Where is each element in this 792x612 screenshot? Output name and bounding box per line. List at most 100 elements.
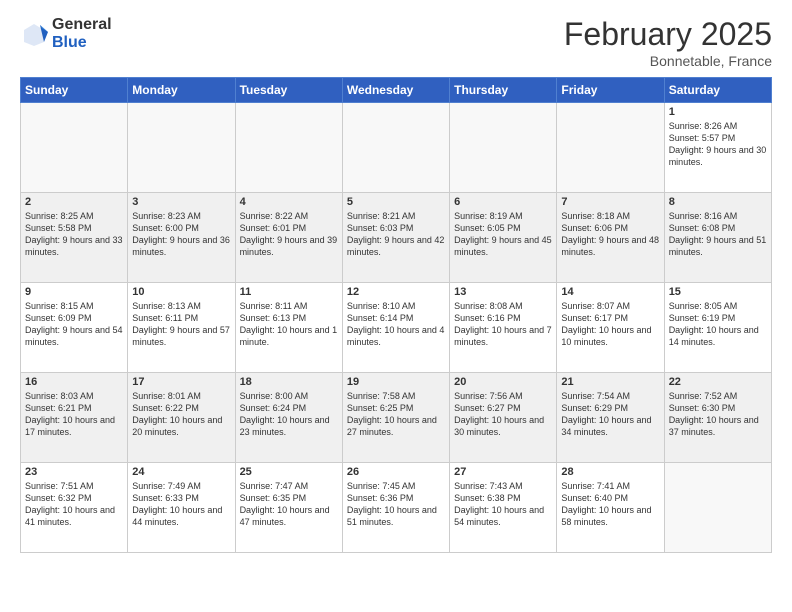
table-row: 7Sunrise: 8:18 AMSunset: 6:06 PMDaylight… — [557, 193, 664, 283]
calendar: Sunday Monday Tuesday Wednesday Thursday… — [20, 77, 772, 553]
day-info: Sunrise: 8:25 AMSunset: 5:58 PMDaylight:… — [25, 210, 123, 259]
table-row: 2 Sunrise: 8:25 AMSunset: 5:58 PMDaylight… — [21, 193, 128, 283]
table-row: 10 Sunrise: 8:13 AMSunset: 6:11 PMDayligh… — [128, 283, 235, 373]
table-row: 6 Sunrise: 8:19 AMSunset: 6:05 PMDaylight… — [450, 193, 557, 283]
table-row: 16 Sunrise: 8:03 AMSunset: 6:21 PMDayligh… — [21, 373, 128, 463]
day-info: Sunrise: 8:01 AMSunset: 6:22 PMDaylight:… — [132, 390, 230, 439]
day-number: 4 — [240, 196, 338, 208]
table-row: 8 Sunrise: 8:16 AMSunset: 6:08 PMDaylight… — [664, 193, 771, 283]
day-info: Sunrise: 7:45 AMSunset: 6:36 PMDaylight:… — [347, 480, 445, 529]
col-monday: Monday — [128, 78, 235, 103]
table-row — [21, 103, 128, 193]
day-number: 10 — [132, 286, 230, 298]
logo-icon — [20, 20, 48, 48]
day-info: Sunrise: 8:18 AMSunset: 6:06 PMDaylight:… — [561, 210, 659, 259]
col-friday: Friday — [557, 78, 664, 103]
table-row: 13Sunrise: 8:08 AMSunset: 6:16 PMDayligh… — [450, 283, 557, 373]
logo-text: General Blue — [52, 16, 112, 51]
table-row: 18 Sunrise: 8:00 AMSunset: 6:24 PMDayligh… — [235, 373, 342, 463]
day-info: Sunrise: 7:51 AMSunset: 6:32 PMDaylight:… — [25, 480, 123, 529]
day-info: Sunrise: 8:00 AMSunset: 6:24 PMDaylight:… — [240, 390, 338, 439]
day-number: 15 — [669, 286, 767, 298]
day-number: 2 — [25, 196, 123, 208]
table-row: 1Sunrise: 8:26 AMSunset: 5:57 PMDaylight… — [664, 103, 771, 193]
table-row: 19 Sunrise: 7:58 AMSunset: 6:25 PMDayligh… — [342, 373, 449, 463]
day-info: Sunrise: 7:58 AMSunset: 6:25 PMDaylight:… — [347, 390, 445, 439]
table-row: 25 Sunrise: 7:47 AMSunset: 6:35 PMDayligh… — [235, 463, 342, 553]
day-info: Sunrise: 8:05 AMSunset: 6:19 PMDaylight:… — [669, 300, 767, 349]
day-info: Sunrise: 8:22 AMSunset: 6:01 PMDaylight:… — [240, 210, 338, 259]
table-row: 22Sunrise: 7:52 AMSunset: 6:30 PMDayligh… — [664, 373, 771, 463]
table-row: 4 Sunrise: 8:22 AMSunset: 6:01 PMDaylight… — [235, 193, 342, 283]
table-row: 14Sunrise: 8:07 AMSunset: 6:17 PMDayligh… — [557, 283, 664, 373]
table-row — [450, 103, 557, 193]
day-number: 6 — [454, 196, 552, 208]
month-title: February 2025 — [564, 16, 772, 53]
table-row — [235, 103, 342, 193]
table-row — [557, 103, 664, 193]
title-area: February 2025 Bonnetable, France — [564, 16, 772, 69]
day-number: 17 — [132, 376, 230, 388]
calendar-week-row: 23 Sunrise: 7:51 AMSunset: 6:32 PMDayligh… — [21, 463, 772, 553]
col-saturday: Saturday — [664, 78, 771, 103]
day-info: Sunrise: 8:13 AMSunset: 6:11 PMDaylight:… — [132, 300, 230, 349]
table-row: 27 Sunrise: 7:43 AMSunset: 6:38 PMDayligh… — [450, 463, 557, 553]
day-number: 8 — [669, 196, 767, 208]
day-info: Sunrise: 7:56 AMSunset: 6:27 PMDaylight:… — [454, 390, 552, 439]
table-row: 11 Sunrise: 8:11 AMSunset: 6:13 PMDayligh… — [235, 283, 342, 373]
calendar-week-row: 2 Sunrise: 8:25 AMSunset: 5:58 PMDaylight… — [21, 193, 772, 283]
day-info: Sunrise: 7:47 AMSunset: 6:35 PMDaylight:… — [240, 480, 338, 529]
day-info: Sunrise: 8:03 AMSunset: 6:21 PMDaylight:… — [25, 390, 123, 439]
day-info: Sunrise: 8:26 AMSunset: 5:57 PMDaylight:… — [669, 120, 767, 169]
day-number: 9 — [25, 286, 123, 298]
day-number: 22 — [669, 376, 767, 388]
day-number: 26 — [347, 466, 445, 478]
day-info: Sunrise: 7:43 AMSunset: 6:38 PMDaylight:… — [454, 480, 552, 529]
day-number: 13 — [454, 286, 552, 298]
col-wednesday: Wednesday — [342, 78, 449, 103]
table-row: 12 Sunrise: 8:10 AMSunset: 6:14 PMDayligh… — [342, 283, 449, 373]
logo-blue-text: Blue — [52, 34, 112, 52]
day-info: Sunrise: 8:16 AMSunset: 6:08 PMDaylight:… — [669, 210, 767, 259]
col-thursday: Thursday — [450, 78, 557, 103]
table-row: 24Sunrise: 7:49 AMSunset: 6:33 PMDayligh… — [128, 463, 235, 553]
table-row: 3Sunrise: 8:23 AMSunset: 6:00 PMDaylight… — [128, 193, 235, 283]
calendar-week-row: 9 Sunrise: 8:15 AMSunset: 6:09 PMDaylight… — [21, 283, 772, 373]
day-number: 28 — [561, 466, 659, 478]
day-info: Sunrise: 7:49 AMSunset: 6:33 PMDaylight:… — [132, 480, 230, 529]
day-info: Sunrise: 8:23 AMSunset: 6:00 PMDaylight:… — [132, 210, 230, 259]
calendar-week-row: 1Sunrise: 8:26 AMSunset: 5:57 PMDaylight… — [21, 103, 772, 193]
table-row — [128, 103, 235, 193]
day-number: 11 — [240, 286, 338, 298]
table-row — [342, 103, 449, 193]
day-number: 27 — [454, 466, 552, 478]
day-number: 14 — [561, 286, 659, 298]
table-row — [664, 463, 771, 553]
location: Bonnetable, France — [564, 53, 772, 69]
day-number: 16 — [25, 376, 123, 388]
day-info: Sunrise: 7:41 AMSunset: 6:40 PMDaylight:… — [561, 480, 659, 529]
day-number: 12 — [347, 286, 445, 298]
calendar-header-row: Sunday Monday Tuesday Wednesday Thursday… — [21, 78, 772, 103]
day-number: 19 — [347, 376, 445, 388]
table-row: 9 Sunrise: 8:15 AMSunset: 6:09 PMDaylight… — [21, 283, 128, 373]
table-row: 20Sunrise: 7:56 AMSunset: 6:27 PMDayligh… — [450, 373, 557, 463]
header: General Blue February 2025 Bonnetable, F… — [20, 16, 772, 69]
table-row: 15 Sunrise: 8:05 AMSunset: 6:19 PMDayligh… — [664, 283, 771, 373]
day-info: Sunrise: 8:10 AMSunset: 6:14 PMDaylight:… — [347, 300, 445, 349]
logo-general-text: General — [52, 16, 112, 34]
day-info: Sunrise: 8:11 AMSunset: 6:13 PMDaylight:… — [240, 300, 338, 349]
day-info: Sunrise: 8:19 AMSunset: 6:05 PMDaylight:… — [454, 210, 552, 259]
day-number: 23 — [25, 466, 123, 478]
day-number: 21 — [561, 376, 659, 388]
day-number: 25 — [240, 466, 338, 478]
day-info: Sunrise: 8:15 AMSunset: 6:09 PMDaylight:… — [25, 300, 123, 349]
day-number: 18 — [240, 376, 338, 388]
col-sunday: Sunday — [21, 78, 128, 103]
day-info: Sunrise: 7:54 AMSunset: 6:29 PMDaylight:… — [561, 390, 659, 439]
table-row: 5Sunrise: 8:21 AMSunset: 6:03 PMDaylight… — [342, 193, 449, 283]
table-row: 17 Sunrise: 8:01 AMSunset: 6:22 PMDayligh… — [128, 373, 235, 463]
page: General Blue February 2025 Bonnetable, F… — [0, 0, 792, 612]
table-row: 23 Sunrise: 7:51 AMSunset: 6:32 PMDayligh… — [21, 463, 128, 553]
day-info: Sunrise: 8:21 AMSunset: 6:03 PMDaylight:… — [347, 210, 445, 259]
